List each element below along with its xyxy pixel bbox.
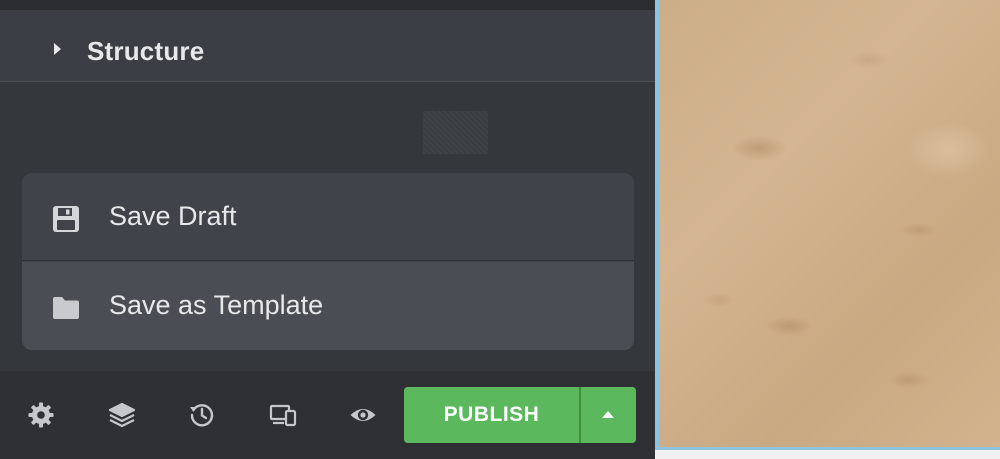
canvas-bottom-edge [655, 447, 1000, 459]
save-options-menu: Save Draft Save as Template [22, 173, 634, 350]
publish-button-group: PUBLISH [404, 387, 636, 443]
menu-item-label: Save Draft [109, 201, 237, 231]
preview-canvas-image [659, 0, 1000, 447]
publish-button[interactable]: PUBLISH [404, 387, 579, 443]
publish-options-button[interactable] [581, 387, 636, 443]
menu-item-save-draft[interactable]: Save Draft [22, 173, 634, 261]
caret-right-icon [54, 43, 61, 55]
layers-icon[interactable] [108, 401, 136, 429]
caret-up-icon [602, 411, 614, 418]
editor-panel: Structure Save Draft Save as Template PU… [0, 0, 655, 459]
drop-placeholder [423, 111, 488, 154]
floppy-disk-icon [53, 206, 79, 232]
eye-icon[interactable] [349, 401, 377, 429]
panel-top-strip [0, 0, 655, 10]
menu-item-save-as-template[interactable]: Save as Template [22, 262, 634, 350]
structure-section-title: Structure [87, 36, 205, 66]
responsive-devices-icon[interactable] [269, 401, 297, 429]
folder-icon [53, 297, 79, 319]
structure-section-toggle[interactable]: Structure [0, 10, 655, 82]
history-icon[interactable] [188, 401, 216, 429]
gear-icon[interactable] [27, 401, 55, 429]
menu-item-label: Save as Template [109, 290, 324, 320]
